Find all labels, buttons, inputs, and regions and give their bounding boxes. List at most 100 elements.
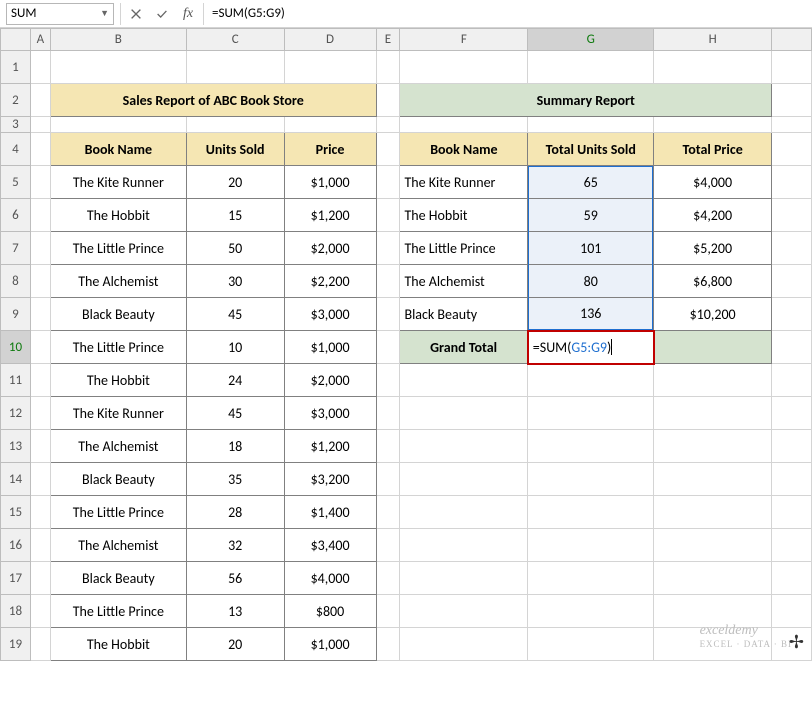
- col-header-F[interactable]: F: [400, 29, 528, 51]
- cell[interactable]: $800: [284, 595, 376, 628]
- cell[interactable]: $10,200: [654, 298, 772, 331]
- cell[interactable]: 20: [186, 166, 284, 199]
- cell[interactable]: 18: [186, 430, 284, 463]
- cell[interactable]: 59: [528, 199, 654, 232]
- select-all-corner[interactable]: [1, 29, 31, 51]
- row-header-1[interactable]: 1: [1, 51, 31, 84]
- row-header-14[interactable]: 14: [1, 463, 31, 496]
- col-header-A[interactable]: A: [30, 29, 50, 51]
- row-header-9[interactable]: 9: [1, 298, 31, 331]
- cell[interactable]: The Little Prince: [50, 232, 186, 265]
- cell[interactable]: Black Beauty: [50, 562, 186, 595]
- cell[interactable]: The Little Prince: [50, 331, 186, 364]
- cell[interactable]: 80: [528, 265, 654, 298]
- cell[interactable]: The Little Prince: [50, 496, 186, 529]
- row-header-4[interactable]: 4: [1, 133, 31, 166]
- cell[interactable]: Book Name: [400, 133, 528, 166]
- row-header-11[interactable]: 11: [1, 364, 31, 397]
- cell[interactable]: The Alchemist: [50, 265, 186, 298]
- cell[interactable]: The Little Prince: [400, 232, 528, 265]
- row-header-6[interactable]: 6: [1, 199, 31, 232]
- cell[interactable]: Units Sold: [186, 133, 284, 166]
- cell[interactable]: Black Beauty: [400, 298, 528, 331]
- cell[interactable]: Price: [284, 133, 376, 166]
- cell[interactable]: 35: [186, 463, 284, 496]
- cell[interactable]: The Hobbit: [400, 199, 528, 232]
- row-header-3[interactable]: 3: [1, 117, 31, 133]
- row-header-10[interactable]: 10: [1, 331, 31, 364]
- cell[interactable]: The Hobbit: [50, 199, 186, 232]
- cell[interactable]: 65: [528, 166, 654, 199]
- cell[interactable]: $1,400: [284, 496, 376, 529]
- row-header-17[interactable]: 17: [1, 562, 31, 595]
- cell[interactable]: The Little Prince: [50, 595, 186, 628]
- fx-button[interactable]: fx: [175, 3, 201, 25]
- row-header-5[interactable]: 5: [1, 166, 31, 199]
- cell[interactable]: Black Beauty: [50, 463, 186, 496]
- row-header-16[interactable]: 16: [1, 529, 31, 562]
- col-header-C[interactable]: C: [186, 29, 284, 51]
- cell[interactable]: $1,200: [284, 430, 376, 463]
- cell[interactable]: $5,200: [654, 232, 772, 265]
- row-header-19[interactable]: 19: [1, 628, 31, 661]
- cell[interactable]: The Kite Runner: [50, 397, 186, 430]
- grand-total-label[interactable]: Grand Total: [400, 331, 528, 364]
- cell[interactable]: Total Price: [654, 133, 772, 166]
- cell[interactable]: $3,000: [284, 397, 376, 430]
- cell[interactable]: 20: [186, 628, 284, 661]
- row-header-18[interactable]: 18: [1, 595, 31, 628]
- cell[interactable]: $4,000: [284, 562, 376, 595]
- row-header-12[interactable]: 12: [1, 397, 31, 430]
- cell[interactable]: $4,200: [654, 199, 772, 232]
- cell[interactable]: 50: [186, 232, 284, 265]
- cell[interactable]: $1,000: [284, 628, 376, 661]
- editing-cell[interactable]: =SUM(G5:G9): [528, 331, 654, 364]
- cell[interactable]: Total Units Sold: [528, 133, 654, 166]
- cell[interactable]: The Alchemist: [400, 265, 528, 298]
- cell[interactable]: $2,000: [284, 364, 376, 397]
- cell[interactable]: 30: [186, 265, 284, 298]
- cell[interactable]: $3,400: [284, 529, 376, 562]
- cell[interactable]: $1,000: [284, 331, 376, 364]
- col-header-G[interactable]: G: [528, 29, 654, 51]
- enter-button[interactable]: [149, 3, 175, 25]
- cell[interactable]: [654, 331, 772, 364]
- cell[interactable]: The Hobbit: [50, 364, 186, 397]
- spreadsheet-grid[interactable]: A B C D E F G H 1 2 Sales Report of ABC …: [0, 28, 812, 661]
- cell[interactable]: 45: [186, 397, 284, 430]
- cell[interactable]: 28: [186, 496, 284, 529]
- cell[interactable]: $1,200: [284, 199, 376, 232]
- cell[interactable]: The Kite Runner: [50, 166, 186, 199]
- cell[interactable]: $3,200: [284, 463, 376, 496]
- cell[interactable]: The Kite Runner: [400, 166, 528, 199]
- cell[interactable]: $3,000: [284, 298, 376, 331]
- col-header-ext[interactable]: [772, 29, 812, 51]
- cancel-button[interactable]: [123, 3, 149, 25]
- row-header-15[interactable]: 15: [1, 496, 31, 529]
- cell[interactable]: 13: [186, 595, 284, 628]
- cell[interactable]: 101: [528, 232, 654, 265]
- row-header-8[interactable]: 8: [1, 265, 31, 298]
- cell[interactable]: 15: [186, 199, 284, 232]
- dropdown-icon[interactable]: ▼: [100, 8, 109, 19]
- col-header-B[interactable]: B: [50, 29, 186, 51]
- cell[interactable]: The Alchemist: [50, 529, 186, 562]
- row-header-13[interactable]: 13: [1, 430, 31, 463]
- col-header-H[interactable]: H: [654, 29, 772, 51]
- left-title[interactable]: Sales Report of ABC Book Store: [50, 84, 376, 117]
- cell[interactable]: $4,000: [654, 166, 772, 199]
- row-header-7[interactable]: 7: [1, 232, 31, 265]
- cell[interactable]: $2,000: [284, 232, 376, 265]
- cell[interactable]: 32: [186, 529, 284, 562]
- cell[interactable]: 136: [528, 298, 654, 331]
- cell[interactable]: $6,800: [654, 265, 772, 298]
- cell[interactable]: The Alchemist: [50, 430, 186, 463]
- formula-input[interactable]: =SUM(G5:G9): [206, 6, 812, 21]
- row-header-2[interactable]: 2: [1, 84, 31, 117]
- col-header-D[interactable]: D: [284, 29, 376, 51]
- cell[interactable]: 45: [186, 298, 284, 331]
- right-title[interactable]: Summary Report: [400, 84, 772, 117]
- cell[interactable]: 56: [186, 562, 284, 595]
- cell[interactable]: 10: [186, 331, 284, 364]
- cell[interactable]: The Hobbit: [50, 628, 186, 661]
